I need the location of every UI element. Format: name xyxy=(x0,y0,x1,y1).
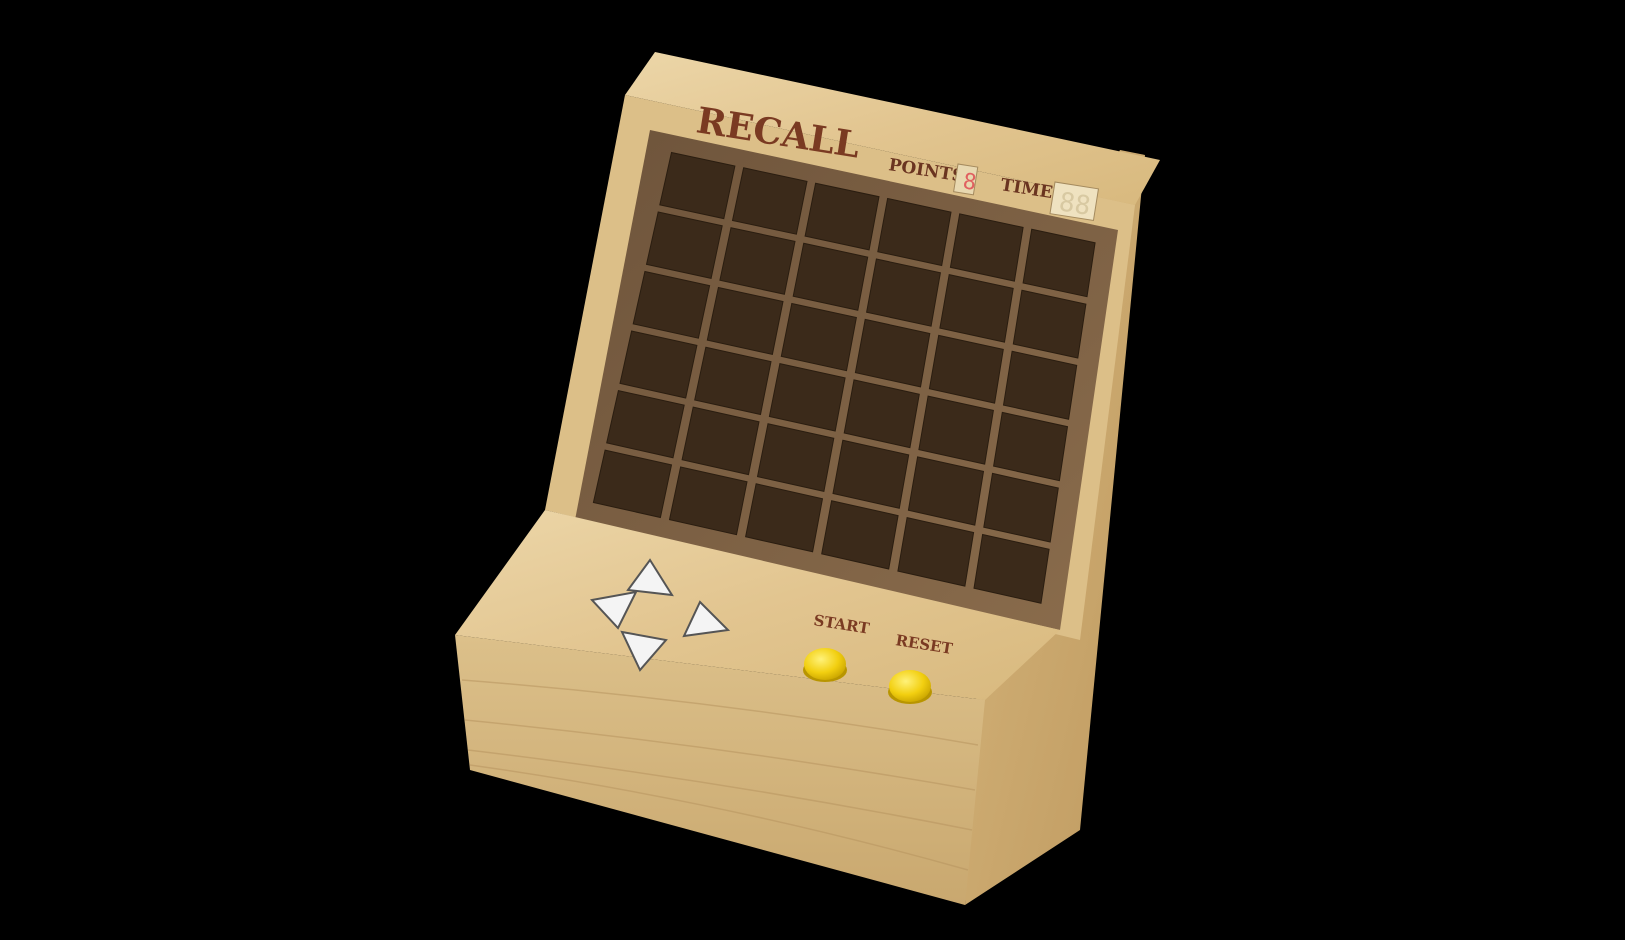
time-value: 88 xyxy=(1057,187,1093,222)
arcade-cabinet-scene: RECALL POINTS 8 TIME 88 START RESET xyxy=(455,52,1160,905)
